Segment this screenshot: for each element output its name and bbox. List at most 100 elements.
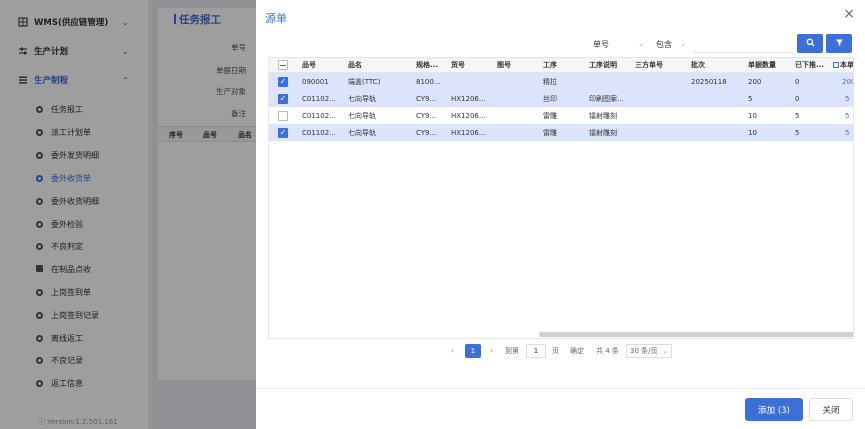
search-button[interactable] — [797, 34, 823, 53]
table-cell — [451, 73, 494, 90]
table-cell: 20250118 — [691, 77, 727, 86]
modal-title: 源单 — [265, 12, 287, 25]
prev-page-icon[interactable]: ‹ — [451, 344, 454, 358]
row-checkbox[interactable]: ✓ — [278, 127, 288, 138]
table-cell — [497, 73, 540, 90]
table-cell[interactable]: 200 — [842, 73, 853, 90]
columns-icon — [833, 62, 839, 68]
close-icon[interactable]: × — [843, 7, 855, 21]
chevron-down-icon: ⌄ — [638, 40, 644, 48]
goto-label: 到第 — [505, 347, 519, 355]
column-settings-header[interactable]: 本单 — [833, 58, 854, 72]
table-cell — [497, 90, 540, 107]
table-cell[interactable]: 5 — [845, 90, 853, 107]
column-header: 品号 — [302, 61, 316, 69]
column-header: 已下推... — [795, 61, 824, 69]
row-check-cell: ✓ — [269, 90, 299, 107]
goto-confirm-button[interactable]: 确定 — [570, 344, 584, 358]
next-page-icon[interactable]: › — [490, 344, 493, 358]
row-checkbox[interactable]: ✓ — [278, 76, 288, 87]
table-row[interactable]: ✓ C01102... 七向导轨 CY9... HX1206... 丝印 印刷图… — [269, 90, 853, 107]
table-cell: C01102... — [302, 94, 336, 103]
table-cell: C01102... — [302, 128, 336, 137]
page-current[interactable]: 1 — [465, 344, 481, 358]
column-header: 工序 — [543, 61, 557, 69]
table-cell: 10 — [748, 111, 757, 120]
table-cell: 5 — [795, 111, 800, 120]
table-cell: 10 — [748, 128, 757, 137]
table-cell — [635, 90, 687, 107]
filter-icon — [835, 38, 844, 49]
goto-page-input[interactable]: 1 — [526, 344, 546, 358]
column-header: 三方单号 — [635, 61, 663, 69]
table-cell: HX1206... — [451, 128, 486, 137]
column-header: 货号 — [451, 61, 465, 69]
column-header: 单据数量 — [748, 61, 776, 69]
column-header: 批次 — [691, 61, 705, 69]
table-cell: 丝印 — [543, 94, 557, 103]
column-header: 本单 — [840, 61, 854, 69]
table-cell: 七向导轨 — [348, 128, 376, 137]
source-table: 品号 品名 规格... 货号 图号 工序 工序说明 三方单号 批次 单据数量 已… — [268, 57, 854, 339]
table-cell: 090001 — [302, 77, 329, 86]
filter-field-value: 单号 — [593, 39, 609, 49]
total-count: 共 4 条 — [596, 347, 619, 355]
row-check-cell: ✓ — [269, 73, 299, 90]
table-cell: 雷雕 — [543, 111, 557, 120]
table-cell: CY9... — [416, 128, 437, 137]
table-cell: 精拉 — [543, 77, 557, 86]
table-cell: 雷雕 — [543, 128, 557, 137]
table-cell: 端盖(TTC) — [348, 77, 381, 86]
chevron-down-icon: ⌄ — [680, 40, 686, 48]
table-cell — [691, 90, 743, 107]
table-cell: HX1206... — [451, 111, 486, 120]
table-cell: 0 — [795, 94, 800, 103]
row-checkbox[interactable]: ✓ — [278, 93, 288, 104]
source-doc-modal: 源单 × 单号 ⌄ 包含 ⌄ 品号 品名 规格... 货号 图号 工序 工序说明… — [256, 0, 865, 429]
chevron-down-icon: ⌄ — [662, 347, 668, 355]
row-check-cell — [269, 107, 299, 124]
table-cell: 8100... — [416, 77, 441, 86]
filter-operator-select[interactable]: 包含 ⌄ — [653, 35, 690, 53]
table-cell — [497, 124, 540, 141]
table-cell — [635, 73, 687, 90]
search-icon — [806, 38, 815, 49]
add-button[interactable]: 添加 (3) — [745, 398, 803, 421]
page-size-select[interactable]: 30 条/页 ⌄ — [626, 344, 672, 358]
table-cell: 200 — [748, 77, 762, 86]
row-check-cell: ✓ — [269, 124, 299, 141]
table-cell — [589, 73, 632, 90]
filter-button[interactable] — [826, 34, 852, 53]
select-all-checkbox[interactable] — [278, 60, 288, 70]
column-header: 图号 — [497, 61, 511, 69]
table-cell: CY9... — [416, 94, 437, 103]
table-cell — [497, 107, 540, 124]
table-cell: 5 — [795, 128, 800, 137]
column-header: 规格... — [416, 61, 438, 69]
table-cell[interactable]: 5 — [845, 107, 853, 124]
table-cell: 镭射雕刻 — [589, 128, 617, 137]
filter-field-select[interactable]: 单号 ⌄ — [590, 35, 648, 53]
column-header: 品名 — [348, 61, 362, 69]
table-cell: 七向导轨 — [348, 94, 376, 103]
close-button[interactable]: 关闭 — [809, 398, 853, 421]
table-cell: 5 — [748, 94, 753, 103]
filter-operator-value: 包含 — [656, 39, 672, 49]
column-header: 工序说明 — [589, 61, 617, 69]
filter-value-input[interactable] — [692, 35, 793, 53]
page-unit-label: 页 — [552, 347, 559, 355]
table-cell: 镭射雕刻 — [589, 111, 617, 120]
table-header-row: 品号 品名 规格... 货号 图号 工序 工序说明 三方单号 批次 单据数量 已… — [269, 58, 854, 73]
table-cell: 印刷图案... — [589, 94, 624, 103]
table-row[interactable]: ✓ C01102... 七向导轨 CY9... HX1206... 雷雕 镭射雕… — [269, 124, 853, 141]
table-row[interactable]: ✓ 090001 端盖(TTC) 8100... 精拉 20250118 200… — [269, 73, 853, 90]
table-cell — [635, 124, 687, 141]
horizontal-scrollbar[interactable] — [539, 332, 853, 337]
table-cell: HX1206... — [451, 94, 486, 103]
table-cell: CY9... — [416, 111, 437, 120]
table-cell[interactable]: 5 — [845, 124, 853, 141]
table-cell: 七向导轨 — [348, 111, 376, 120]
select-all-cell — [269, 58, 299, 72]
table-row[interactable]: C01102... 七向导轨 CY9... HX1206... 雷雕 镭射雕刻 … — [269, 107, 853, 124]
row-checkbox[interactable] — [278, 110, 288, 121]
